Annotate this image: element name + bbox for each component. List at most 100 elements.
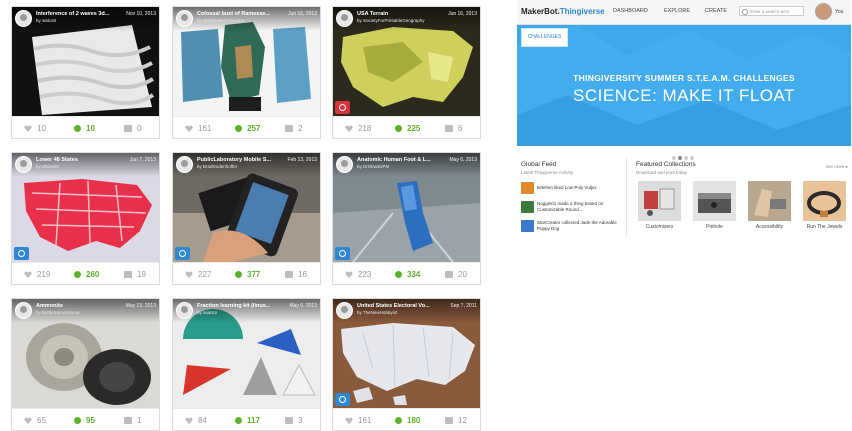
make-count[interactable]: 334 (395, 270, 420, 279)
comment-count[interactable]: 20 (445, 270, 467, 279)
thing-title[interactable]: Colossal bust of Ramesse... (197, 11, 283, 17)
thing-author[interactable]: by aleander (36, 164, 126, 169)
comment-icon (445, 125, 453, 132)
thing-card[interactable]: Lower 48 States Jun 7, 2013 by aleander … (11, 152, 160, 285)
thing-title[interactable]: Anatomic Human Foot & L... (357, 157, 443, 163)
featured-badge (335, 393, 350, 406)
see-more-link[interactable]: see more ▸ (826, 164, 848, 170)
thing-date: Jun 15, 2013 (288, 11, 317, 17)
thing-date: Sep 7, 2011 (450, 303, 477, 309)
comment-icon (124, 271, 132, 278)
like-count[interactable]: 223 (345, 270, 371, 279)
user-avatar[interactable] (815, 3, 832, 20)
thing-card[interactable]: Colossal bust of Ramesse... Jun 15, 2013… (172, 6, 321, 139)
thing-card[interactable]: PublicLaboratory Mobile S... Feb 13, 201… (172, 152, 321, 285)
challenges-tab[interactable]: CHALLENGES (521, 28, 568, 47)
comment-icon (285, 125, 293, 132)
thing-author[interactable]: by BradDudenhoffer (197, 164, 287, 169)
thing-date: May 6, 2013 (449, 157, 477, 163)
make-count[interactable]: 225 (395, 124, 420, 133)
collection-run-the-jewels[interactable]: Run The Jewels (803, 181, 846, 230)
comment-count[interactable]: 12 (445, 416, 467, 425)
thing-header: Lower 48 States Jun 7, 2013 by aleander (12, 153, 159, 177)
avatar[interactable] (176, 10, 193, 27)
comment-count[interactable]: 1 (124, 416, 141, 425)
nav-explore[interactable]: EXPLORE (664, 8, 690, 14)
avatar[interactable] (15, 302, 32, 319)
feed-text: StarCreator collected Jade the Adorable … (537, 220, 617, 231)
accessibility-image (748, 181, 791, 221)
comment-count[interactable]: 0 (124, 124, 141, 133)
make-count[interactable]: 180 (395, 416, 420, 425)
like-count[interactable]: 84 (185, 416, 207, 425)
nav-dashboard[interactable]: DASHBOARD (613, 8, 648, 14)
thing-card[interactable]: United States Electoral Vo... Sep 7, 201… (332, 298, 481, 431)
thing-card[interactable]: Ammonite May 13, 2013 by BrittleStarVent… (11, 298, 160, 431)
like-count[interactable]: 161 (345, 416, 371, 425)
comment-icon (285, 271, 293, 278)
comment-count[interactable]: 2 (285, 124, 302, 133)
thing-title[interactable]: Ammonite (36, 303, 122, 309)
thing-author[interactable]: by SMKMakerFreeware (197, 18, 287, 23)
comment-count[interactable]: 3 (285, 416, 302, 425)
thing-stats: 161 180 12 (333, 408, 480, 431)
feed-item[interactable]: Noggin01 made a thing based on Customiza… (521, 201, 625, 215)
hero-headline: SCIENCE: MAKE IT FLOAT (573, 86, 795, 105)
avatar[interactable] (336, 10, 353, 27)
comment-count[interactable]: 16 (285, 270, 307, 279)
like-count[interactable]: 218 (345, 124, 371, 133)
like-count[interactable]: 65 (24, 416, 46, 425)
thing-header: Anatomic Human Foot & L... May 6, 2013 b… (333, 153, 480, 177)
featured-badge (14, 247, 29, 260)
thing-author[interactable]: by luianzo (197, 310, 287, 315)
thing-title[interactable]: USA Terrain (357, 11, 443, 17)
feed-item[interactable]: StarCreator collected Jade the Adorable … (521, 220, 625, 234)
thing-author[interactable]: by walcott (36, 18, 126, 23)
thing-title[interactable]: Fraction learning kit (linus... (197, 303, 283, 309)
like-count[interactable]: 161 (185, 124, 211, 133)
avatar[interactable] (336, 156, 353, 173)
collection-pinhole[interactable]: Pinhole (693, 181, 736, 230)
make-count[interactable]: 257 (235, 124, 260, 133)
heart-icon (24, 125, 32, 132)
hero-banner[interactable]: CHALLENGES THINGIVERSITY SUMMER S.T.E.A.… (517, 25, 851, 146)
avatar[interactable] (336, 302, 353, 319)
badge-icon (179, 250, 186, 257)
avatar[interactable] (15, 156, 32, 173)
thing-title[interactable]: Lower 48 States (36, 157, 122, 163)
like-count[interactable]: 219 (24, 270, 50, 279)
thing-card[interactable]: Anatomic Human Foot & L... May 6, 2013 b… (332, 152, 481, 285)
collection-customizers[interactable]: Customizers (638, 181, 681, 230)
user-menu[interactable]: You (835, 9, 843, 15)
collection-accessibility[interactable]: Accessibility (748, 181, 791, 230)
comment-count[interactable]: 6 (445, 124, 462, 133)
thing-card[interactable]: Interference of 2 waves 3d... Nov 10, 20… (11, 6, 160, 139)
feed-item[interactable]: ketehen liked Low-Poly Vulpix (521, 182, 625, 196)
thing-author[interactable]: by DrGlassDPM (357, 164, 447, 169)
site-logo[interactable]: MakerBot.Thingiverse (521, 7, 605, 16)
make-count[interactable]: 260 (74, 270, 99, 279)
thing-author[interactable]: by BrittleStarVentures (36, 310, 126, 315)
avatar[interactable] (15, 10, 32, 27)
make-icon (235, 125, 242, 132)
like-count[interactable]: 10 (24, 124, 46, 133)
nav-create[interactable]: CREATE (705, 8, 727, 14)
global-feed-title: Global Feed (521, 161, 557, 168)
search-input[interactable]: Enter a search term (739, 6, 804, 16)
make-count[interactable]: 10 (74, 124, 95, 133)
comment-count[interactable]: 19 (124, 270, 146, 279)
thing-title[interactable]: Interference of 2 waves 3d... (36, 11, 122, 17)
thing-author[interactable]: by SocietyForPrintableGeography (357, 18, 447, 23)
avatar[interactable] (176, 156, 193, 173)
make-count[interactable]: 117 (235, 416, 260, 425)
heart-icon (185, 417, 193, 424)
thing-title[interactable]: United States Electoral Vo... (357, 303, 443, 309)
like-count[interactable]: 227 (185, 270, 211, 279)
avatar[interactable] (176, 302, 193, 319)
make-count[interactable]: 95 (74, 416, 95, 425)
thing-card[interactable]: USA Terrain Jun 16, 2013 by SocietyForPr… (332, 6, 481, 139)
thing-author[interactable]: by TheNewHobbyist (357, 310, 447, 315)
thing-card[interactable]: Fraction learning kit (linus... May 6, 2… (172, 298, 321, 431)
make-count[interactable]: 377 (235, 270, 260, 279)
thing-title[interactable]: PublicLaboratory Mobile S... (197, 157, 283, 163)
